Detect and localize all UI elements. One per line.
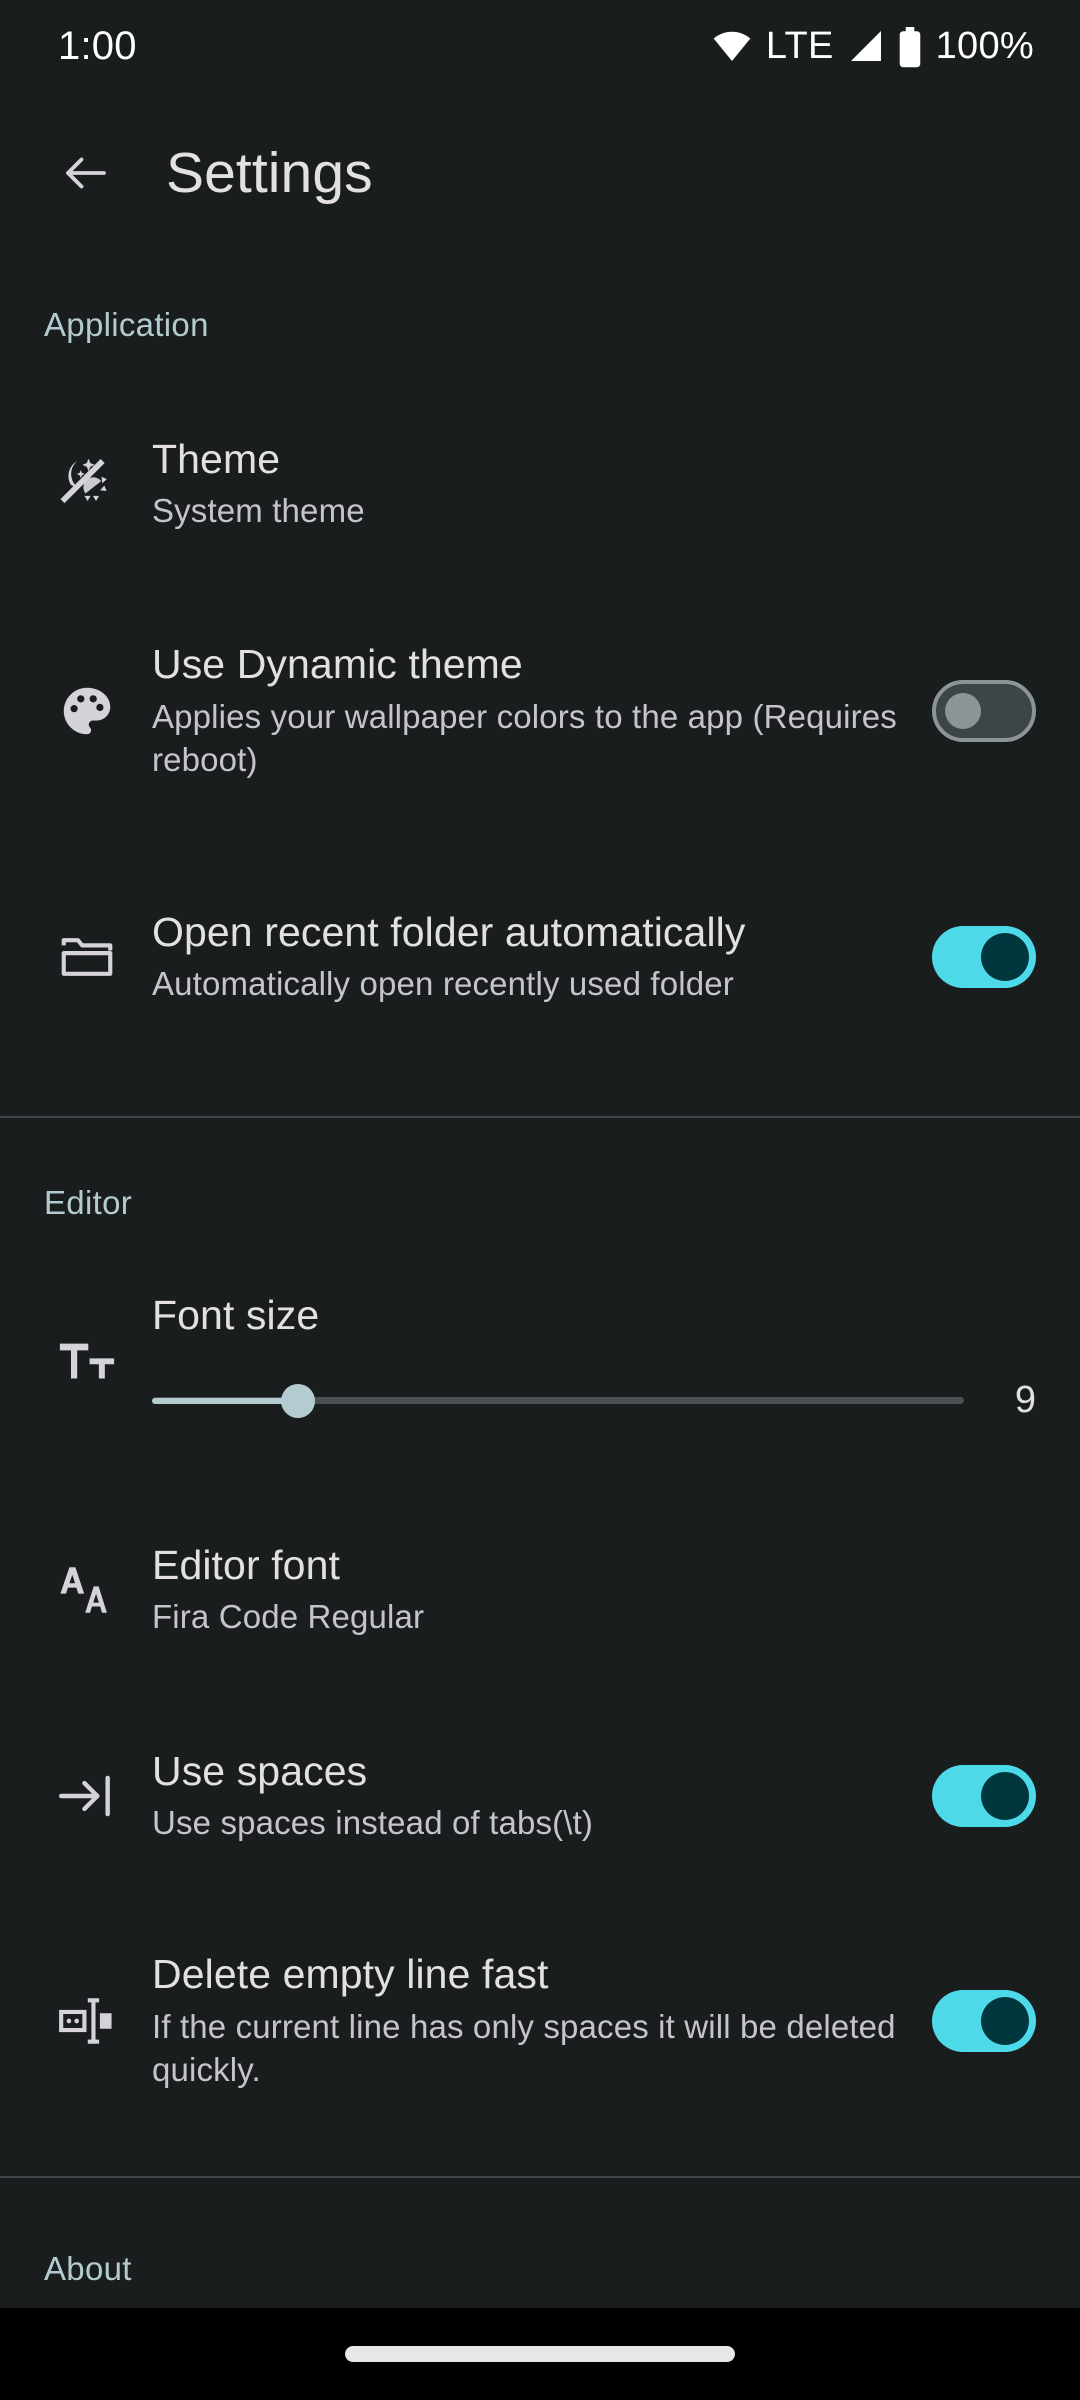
phone-screen: 1:00 LTE 100% Settings Application Theme… [0,0,1080,2400]
status-bar: 1:00 LTE 100% [0,0,1080,92]
app-bar: Settings [0,118,1080,228]
tab-indent-icon [44,1765,152,1827]
theme-moon-stars-icon [44,453,152,515]
setting-subtitle: If the current line has only spaces it w… [152,2007,896,2088]
home-gesture-pill[interactable] [345,2346,735,2362]
toggle-delete-empty-line[interactable] [932,1990,1036,2052]
setting-text-delete-empty-line: Delete empty line fast If the current li… [152,1950,932,2091]
wifi-icon [712,26,752,66]
toggle-knob [981,1997,1029,2045]
setting-text-dynamic-theme: Use Dynamic theme Applies your wallpaper… [152,640,932,781]
setting-title: Delete empty line fast [152,1951,549,1998]
font-size-icon [44,1292,152,1422]
setting-text-open-recent-folder: Open recent folder automatically Automat… [152,908,932,1006]
setting-title: Font size [152,1292,320,1338]
palette-icon [44,680,152,742]
font-family-icon [44,1559,152,1621]
setting-title: Use Dynamic theme [152,641,523,688]
section-header-editor: Editor [44,1184,133,1221]
toggle-knob [981,1772,1029,1820]
status-bar-indicators: LTE 100% [712,25,1034,68]
toggle-open-recent-folder[interactable] [932,926,1036,988]
setting-subtitle: Applies your wallpaper colors to the app… [152,697,897,778]
setting-title: Theme [152,435,281,482]
font-size-slider-line: 9 [152,1379,1036,1422]
battery-percent-label: 100% [935,24,1034,67]
font-size-slider[interactable] [152,1383,964,1418]
status-bar-clock: 1:00 [58,23,137,68]
setting-title: Open recent folder automatically [152,908,746,955]
font-size-value: 9 [1014,1379,1036,1421]
setting-subtitle: System theme [152,492,365,530]
battery-full-icon [898,27,922,68]
setting-row-theme[interactable]: Theme System theme [0,408,1080,560]
setting-text-theme: Theme System theme [152,435,1036,533]
toggle-knob [945,693,981,729]
font-size-slider-body: Font size 9 [152,1292,1036,1422]
page-title: Settings [166,141,373,205]
setting-row-font-size[interactable]: Font size 9 [0,1292,1080,1422]
setting-text-use-spaces: Use spaces Use spaces instead of tabs(\t… [152,1747,932,1845]
slider-track-active [152,1397,299,1404]
section-header-about: About [44,2250,132,2287]
toggle-use-dynamic-theme[interactable] [932,680,1036,742]
folder-open-icon [44,926,152,988]
setting-text-editor-font: Editor font Fira Code Regular [152,1541,1036,1639]
setting-subtitle: Automatically open recently used folder [152,965,734,1003]
setting-row-open-recent-folder[interactable]: Open recent folder automatically Automat… [0,862,1080,1052]
setting-row-use-spaces[interactable]: Use spaces Use spaces instead of tabs(\t… [0,1720,1080,1872]
delete-line-icon [44,1990,152,2052]
setting-title: Editor font [152,1541,340,1588]
setting-subtitle: Use spaces instead of tabs(\t) [152,1804,594,1842]
setting-row-delete-empty-line[interactable]: Delete empty line fast If the current li… [0,1926,1080,2116]
setting-subtitle: Fira Code Regular [152,1598,425,1636]
setting-row-dynamic-theme[interactable]: Use Dynamic theme Applies your wallpaper… [0,616,1080,806]
toggle-knob [981,933,1029,981]
back-arrow-icon[interactable] [48,135,124,211]
section-header-application: Application [44,306,209,343]
setting-title: Use spaces [152,1747,368,1794]
cellular-signal-icon [848,28,884,64]
network-type-label: LTE [765,24,834,67]
setting-row-editor-font[interactable]: Editor font Fira Code Regular [0,1514,1080,1666]
system-navigation-bar [0,2308,1080,2400]
settings-scroll-container[interactable]: Application Theme System theme Use Dynam… [0,228,1080,2400]
toggle-use-spaces[interactable] [932,1765,1036,1827]
slider-thumb[interactable] [281,1383,316,1418]
